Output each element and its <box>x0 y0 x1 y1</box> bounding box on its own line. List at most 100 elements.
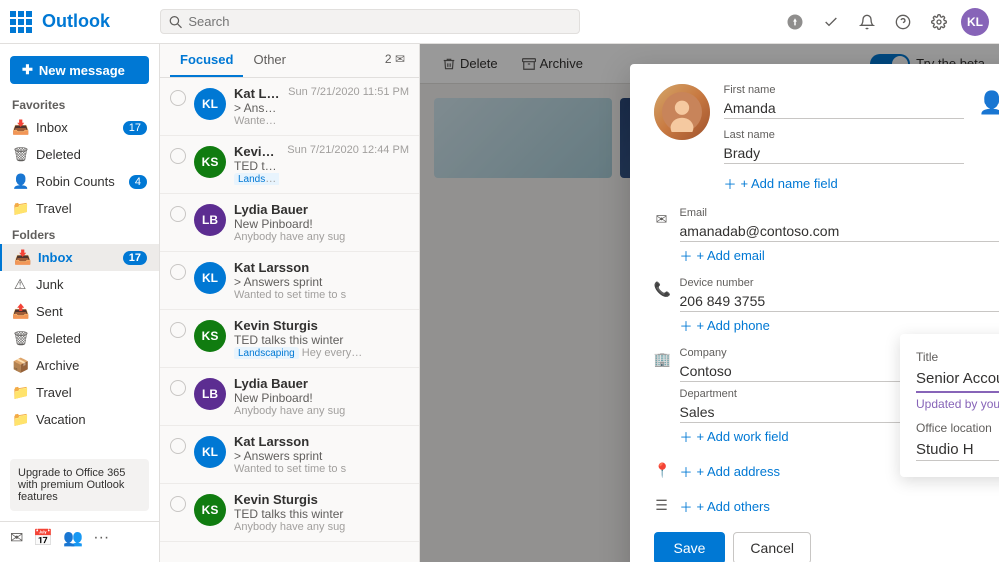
sidebar-item-label: Travel <box>36 201 72 216</box>
calendar-footer-icon[interactable]: 📅 <box>33 528 53 548</box>
phone-icon: 📞 <box>654 281 670 298</box>
email-checkbox[interactable] <box>170 322 186 338</box>
phone-label: Device number <box>680 277 999 289</box>
email-checkbox[interactable] <box>170 90 186 106</box>
sidebar-item-inbox-fav[interactable]: 📥 Inbox 17 <box>0 114 159 141</box>
title-dropdown-popup: Title Senior Account Manager ▾ Updated b… <box>900 334 999 477</box>
email-item[interactable]: LB Lydia Bauer New Pinboard! Anybody hav… <box>160 194 419 252</box>
avatar: KL <box>194 262 226 294</box>
email-checkbox[interactable] <box>170 264 186 280</box>
email-item[interactable]: KL Kat Larsson > Answers sprint Wanted t… <box>160 78 419 136</box>
sidebar-item-label: Inbox <box>38 250 73 265</box>
people-footer-icon[interactable]: 👥 <box>63 528 83 548</box>
email-checkbox[interactable] <box>170 206 186 222</box>
help-icon[interactable] <box>889 8 917 36</box>
phone-input[interactable] <box>680 291 999 312</box>
sidebar-item-sent[interactable]: 📤 Sent <box>0 298 159 325</box>
search-input[interactable] <box>188 14 571 29</box>
checkmark-icon[interactable] <box>817 8 845 36</box>
dialog-header: First name Last name ＋ + Add name field … <box>654 84 999 193</box>
email-count: 2 ✉ <box>381 44 409 77</box>
sidebar-item-vacation[interactable]: 📁 Vacation <box>0 406 159 433</box>
tab-focused[interactable]: Focused <box>170 44 243 77</box>
folders-label: Folders <box>0 222 159 244</box>
sidebar-item-deleted-fav[interactable]: 🗑 Deleted <box>0 141 159 168</box>
email-input[interactable] <box>680 221 999 242</box>
email-time: Sun 7/21/2020 11:51 PM <box>288 86 409 98</box>
sidebar-item-travel-fav[interactable]: 📁 Travel <box>0 195 159 222</box>
dialog-close-button[interactable]: ✕ <box>994 76 999 100</box>
skype-icon[interactable] <box>781 8 809 36</box>
email-subject: > Answers sprint <box>234 449 401 463</box>
email-item[interactable]: KS Kevin Sturgis TED talks this winter A… <box>160 484 419 542</box>
sidebar-item-junk[interactable]: ⚠ Junk <box>0 271 159 298</box>
email-preview: Anybody have any sug <box>234 231 401 243</box>
avatar: KL <box>194 88 226 120</box>
add-phone-link[interactable]: ＋ + Add phone <box>680 316 999 335</box>
bell-icon[interactable] <box>853 8 881 36</box>
popup-title-value: Senior Account Manager <box>916 370 999 387</box>
mail-footer-icon[interactable]: ✉ <box>10 528 23 548</box>
email-item[interactable]: KL Kat Larsson > Answers sprint Wanted t… <box>160 252 419 310</box>
more-footer-icon[interactable]: ··· <box>93 529 109 547</box>
email-content: Lydia Bauer New Pinboard! Anybody have a… <box>234 376 401 417</box>
sidebar-item-deleted[interactable]: 🗑 Deleted <box>0 325 159 352</box>
save-button[interactable]: Save <box>654 532 726 562</box>
sidebar-item-archive[interactable]: 📦 Archive <box>0 352 159 379</box>
favorites-label: Favorites <box>0 92 159 114</box>
new-message-button[interactable]: ✚ New message <box>10 56 149 84</box>
email-preview: Anybody have any sug <box>234 521 401 533</box>
email-item[interactable]: KL Kat Larsson > Answers sprint Wanted t… <box>160 426 419 484</box>
cancel-button[interactable]: Cancel <box>733 532 811 562</box>
avatar: KS <box>194 494 226 526</box>
add-others-link[interactable]: ＋ + Add others <box>680 497 999 516</box>
email-item[interactable]: KS Kevin Sturgis TED talks this winter L… <box>160 310 419 368</box>
email-item[interactable]: LB Lydia Bauer New Pinboard! Anybody hav… <box>160 368 419 426</box>
sidebar-footer: ✉ 📅 👥 ··· <box>0 521 159 554</box>
tab-other[interactable]: Other <box>243 44 296 77</box>
email-preview: Anybody have any sug <box>234 405 401 417</box>
popup-office-input[interactable] <box>916 439 999 461</box>
email-content: Kat Larsson > Answers sprint Wanted to s… <box>234 260 401 301</box>
deleted2-icon: 🗑 <box>12 330 28 347</box>
email-checkbox[interactable] <box>170 438 186 454</box>
email-preview: Landscaping Hey every… <box>234 173 279 185</box>
plus-icon: ＋ <box>680 497 693 516</box>
app-logo: Outlook <box>10 11 150 33</box>
sidebar-item-robin[interactable]: 👤 Robin Counts 4 <box>0 168 159 195</box>
email-subject: TED talks this winter <box>234 333 401 347</box>
phone-content: Device number ＋ + Add phone <box>680 277 999 335</box>
email-checkbox[interactable] <box>170 496 186 512</box>
upgrade-banner[interactable]: Upgrade to Office 365 with premium Outlo… <box>10 459 149 511</box>
sidebar-item-travel[interactable]: 📁 Travel <box>0 379 159 406</box>
contact-avatar-svg <box>662 92 702 132</box>
email-checkbox[interactable] <box>170 380 186 396</box>
first-name-input[interactable] <box>724 98 965 119</box>
email-tag: Landscaping <box>234 173 279 185</box>
plus-icon: ＋ <box>724 174 737 193</box>
popup-value-row[interactable]: Senior Account Manager ▾ <box>916 370 999 393</box>
email-time: Sun 7/21/2020 12:44 PM <box>287 144 409 156</box>
email-sender: Kat Larsson <box>234 260 401 275</box>
last-name-label: Last name <box>724 129 965 141</box>
add-name-link[interactable]: ＋ + Add name field <box>724 174 965 193</box>
grid-icon <box>10 11 32 33</box>
sidebar-item-inbox[interactable]: 📥 Inbox 17 <box>0 244 159 271</box>
last-name-input[interactable] <box>724 143 965 164</box>
settings-icon[interactable] <box>925 8 953 36</box>
search-bar[interactable] <box>160 9 580 34</box>
contact-photo <box>654 84 710 140</box>
first-name-label: First name <box>724 84 965 96</box>
email-subject: > Answers sprint <box>234 101 280 115</box>
user-avatar[interactable]: KL <box>961 8 989 36</box>
sidebar-item-label: Deleted <box>36 147 81 162</box>
email-checkbox[interactable] <box>170 148 186 164</box>
first-name-group: First name <box>724 84 965 119</box>
email-preview: Wanted to set time to s <box>234 463 401 475</box>
plus-icon: ＋ <box>680 246 693 265</box>
last-name-group: Last name <box>724 129 965 164</box>
plus-icon: ＋ <box>680 316 693 335</box>
email-item[interactable]: KS Kevin Sturgis TED talks this winter L… <box>160 136 419 194</box>
add-email-link[interactable]: ＋ + Add email <box>680 246 999 265</box>
search-icon <box>169 15 182 29</box>
